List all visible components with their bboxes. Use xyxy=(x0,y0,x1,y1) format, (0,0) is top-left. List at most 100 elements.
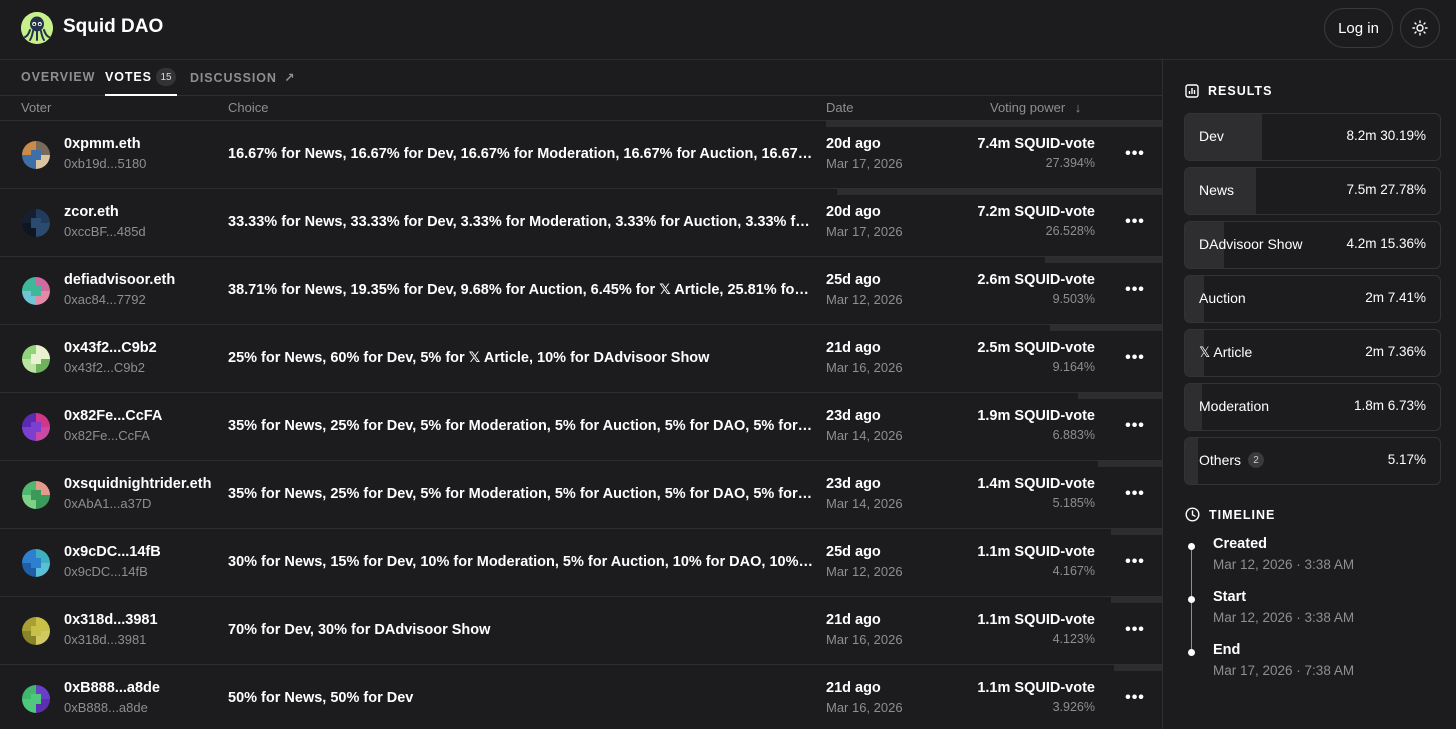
table-row[interactable]: 0xpmm.eth 0xb19d...5180 16.67% for News, 1… xyxy=(0,121,1162,189)
timeline-event-time: Mar 12, 2026 · 3:38 AM xyxy=(1213,610,1355,625)
voter-name[interactable]: 0x82Fe...CcFA xyxy=(64,408,162,424)
vote-date-absolute: Mar 16, 2026 xyxy=(826,632,903,647)
vote-date-relative: 20d ago xyxy=(826,204,881,220)
table-row[interactable]: 0x9cDC...14fB 0x9cDC...14fB 30% for News, … xyxy=(0,529,1162,597)
table-header: Voter Choice Date Voting power ↓ xyxy=(0,96,1162,121)
sidebar: RESULTS Dev 8.2m 30.19% News 7.5m 27.78% DAd… xyxy=(1163,60,1456,729)
voter-address: 0xAbA1...a37D xyxy=(64,496,152,511)
voter-name[interactable]: 0xB888...a8de xyxy=(64,680,160,696)
vote-choice: 25% for News, 60% for Dev, 5% for 𝕏 Arti… xyxy=(228,350,710,366)
result-item: 𝕏 Article 2m 7.36% xyxy=(1184,329,1441,377)
result-label-text: Auction xyxy=(1199,290,1246,306)
result-value: 8.2m 30.19% xyxy=(1346,128,1426,143)
result-value: 5.17% xyxy=(1387,452,1426,467)
timeline-event-label: Created xyxy=(1213,536,1267,552)
vote-date-absolute: Mar 14, 2026 xyxy=(826,428,903,443)
theme-toggle-button[interactable] xyxy=(1400,8,1440,48)
table-row[interactable]: 0x82Fe...CcFA 0x82Fe...CcFA 35% for News, … xyxy=(0,393,1162,461)
voter-avatar[interactable] xyxy=(22,617,50,645)
timeline-dot xyxy=(1188,543,1195,550)
results-heading-label: RESULTS xyxy=(1208,84,1273,98)
result-item: News 7.5m 27.78% xyxy=(1184,167,1441,215)
voter-name[interactable]: 0xpmm.eth xyxy=(64,136,141,152)
more-options-icon[interactable]: ••• xyxy=(1124,483,1146,505)
squid-logo-icon[interactable] xyxy=(21,12,53,44)
voter-avatar[interactable] xyxy=(22,141,50,169)
more-options-icon[interactable]: ••• xyxy=(1124,211,1146,233)
results-heading: RESULTS xyxy=(1185,84,1272,98)
result-item: Dev 8.2m 30.19% xyxy=(1184,113,1441,161)
app-title[interactable]: Squid DAO xyxy=(63,16,163,38)
voter-avatar[interactable] xyxy=(22,685,50,713)
voter-address: 0x9cDC...14fB xyxy=(64,564,148,579)
result-label-text: Dev xyxy=(1199,128,1224,144)
voter-name[interactable]: 0x43f2...C9b2 xyxy=(64,340,157,356)
sort-desc-icon: ↓ xyxy=(1074,100,1082,115)
vote-date-relative: 25d ago xyxy=(826,544,881,560)
voter-name[interactable]: 0x318d...3981 xyxy=(64,612,158,628)
more-options-icon[interactable]: ••• xyxy=(1124,687,1146,709)
header-voting-power-label: Voting power xyxy=(990,100,1066,115)
header-voting-power[interactable]: Voting power ↓ xyxy=(990,100,1081,115)
result-label-text: 𝕏 Article xyxy=(1199,344,1253,360)
voting-power-percent: 26.528% xyxy=(1045,224,1095,238)
voting-power-bar xyxy=(1111,597,1162,603)
voter-address: 0xccBF...485d xyxy=(64,224,146,239)
more-options-icon[interactable]: ••• xyxy=(1124,619,1146,641)
voter-avatar[interactable] xyxy=(22,277,50,305)
table-row[interactable]: 0x43f2...C9b2 0x43f2...C9b2 25% for News, … xyxy=(0,325,1162,393)
more-options-icon[interactable]: ••• xyxy=(1124,143,1146,165)
more-options-icon[interactable]: ••• xyxy=(1124,415,1146,437)
vote-date-relative: 21d ago xyxy=(826,680,881,696)
vote-choice: 16.67% for News, 16.67% for Dev, 16.67% … xyxy=(228,146,814,162)
vote-date-absolute: Mar 17, 2026 xyxy=(826,156,903,171)
table-row[interactable]: defiadvisoor.eth 0xac84...7792 38.71% for … xyxy=(0,257,1162,325)
voting-power-bar xyxy=(1098,461,1162,467)
vote-choice: 33.33% for News, 33.33% for Dev, 3.33% f… xyxy=(228,214,814,230)
more-options-icon[interactable]: ••• xyxy=(1124,551,1146,573)
clock-icon xyxy=(1185,507,1200,522)
voter-address: 0xac84...7792 xyxy=(64,292,146,307)
voting-power-percent: 9.164% xyxy=(1052,360,1095,374)
voter-name[interactable]: zcor.eth xyxy=(64,204,119,220)
vote-date-absolute: Mar 12, 2026 xyxy=(826,564,903,579)
voter-name[interactable]: defiadvisoor.eth xyxy=(64,272,175,288)
vote-choice: 30% for News, 15% for Dev, 10% for Moder… xyxy=(228,554,814,570)
result-label: 𝕏 Article xyxy=(1199,344,1252,361)
result-item: Others 2 5.17% xyxy=(1184,437,1441,485)
voter-avatar[interactable] xyxy=(22,413,50,441)
result-value: 2m 7.41% xyxy=(1365,290,1426,305)
others-count-badge: 2 xyxy=(1248,452,1265,468)
more-options-icon[interactable]: ••• xyxy=(1124,279,1146,301)
result-label-text: Others xyxy=(1199,452,1242,468)
voter-avatar[interactable] xyxy=(22,549,50,577)
more-options-icon[interactable]: ••• xyxy=(1124,347,1146,369)
tab-overview[interactable]: OVERVIEW xyxy=(21,70,95,84)
voting-power-value: 1.1m SQUID-vote xyxy=(977,680,1095,696)
table-row[interactable]: zcor.eth 0xccBF...485d 33.33% for News, 33… xyxy=(0,189,1162,257)
table-row[interactable]: 0xsquidnightrider.eth 0xAbA1...a37D 35% fo… xyxy=(0,461,1162,529)
timeline-event-label: Start xyxy=(1213,589,1247,605)
vote-choice: 35% for News, 25% for Dev, 5% for Modera… xyxy=(228,486,814,502)
voter-avatar[interactable] xyxy=(22,481,50,509)
vote-choice: 70% for Dev, 30% for DAdvisoor Show xyxy=(228,622,491,638)
voting-power-value: 1.1m SQUID-vote xyxy=(977,544,1095,560)
table-row[interactable]: 0x318d...3981 0x318d...3981 70% for Dev, 3… xyxy=(0,597,1162,665)
login-button[interactable]: Log in xyxy=(1324,8,1393,48)
voter-avatar[interactable] xyxy=(22,209,50,237)
vote-date-relative: 21d ago xyxy=(826,340,881,356)
table-row[interactable]: 0xB888...a8de 0xB888...a8de 50% for News, … xyxy=(0,665,1162,729)
result-label-text: Moderation xyxy=(1199,398,1270,414)
timeline-event-time: Mar 12, 2026 · 3:38 AM xyxy=(1213,557,1355,572)
voter-name[interactable]: 0x9cDC...14fB xyxy=(64,544,161,560)
timeline-event-time: Mar 17, 2026 · 7:38 AM xyxy=(1213,663,1355,678)
votes-panel: OVERVIEW VOTES 15 DISCUSSION ↗ Voter Cho… xyxy=(0,60,1162,729)
vote-choice: 38.71% for News, 19.35% for Dev, 9.68% f… xyxy=(228,282,814,298)
voter-address: 0x318d...3981 xyxy=(64,632,147,647)
tab-votes[interactable]: VOTES xyxy=(105,70,152,84)
tab-bar: OVERVIEW VOTES 15 DISCUSSION ↗ xyxy=(0,60,1162,96)
voter-avatar[interactable] xyxy=(22,345,50,373)
voting-power-bar xyxy=(1050,325,1162,331)
voter-name[interactable]: 0xsquidnightrider.eth xyxy=(64,476,211,492)
tab-discussion[interactable]: DISCUSSION ↗ xyxy=(190,70,296,85)
